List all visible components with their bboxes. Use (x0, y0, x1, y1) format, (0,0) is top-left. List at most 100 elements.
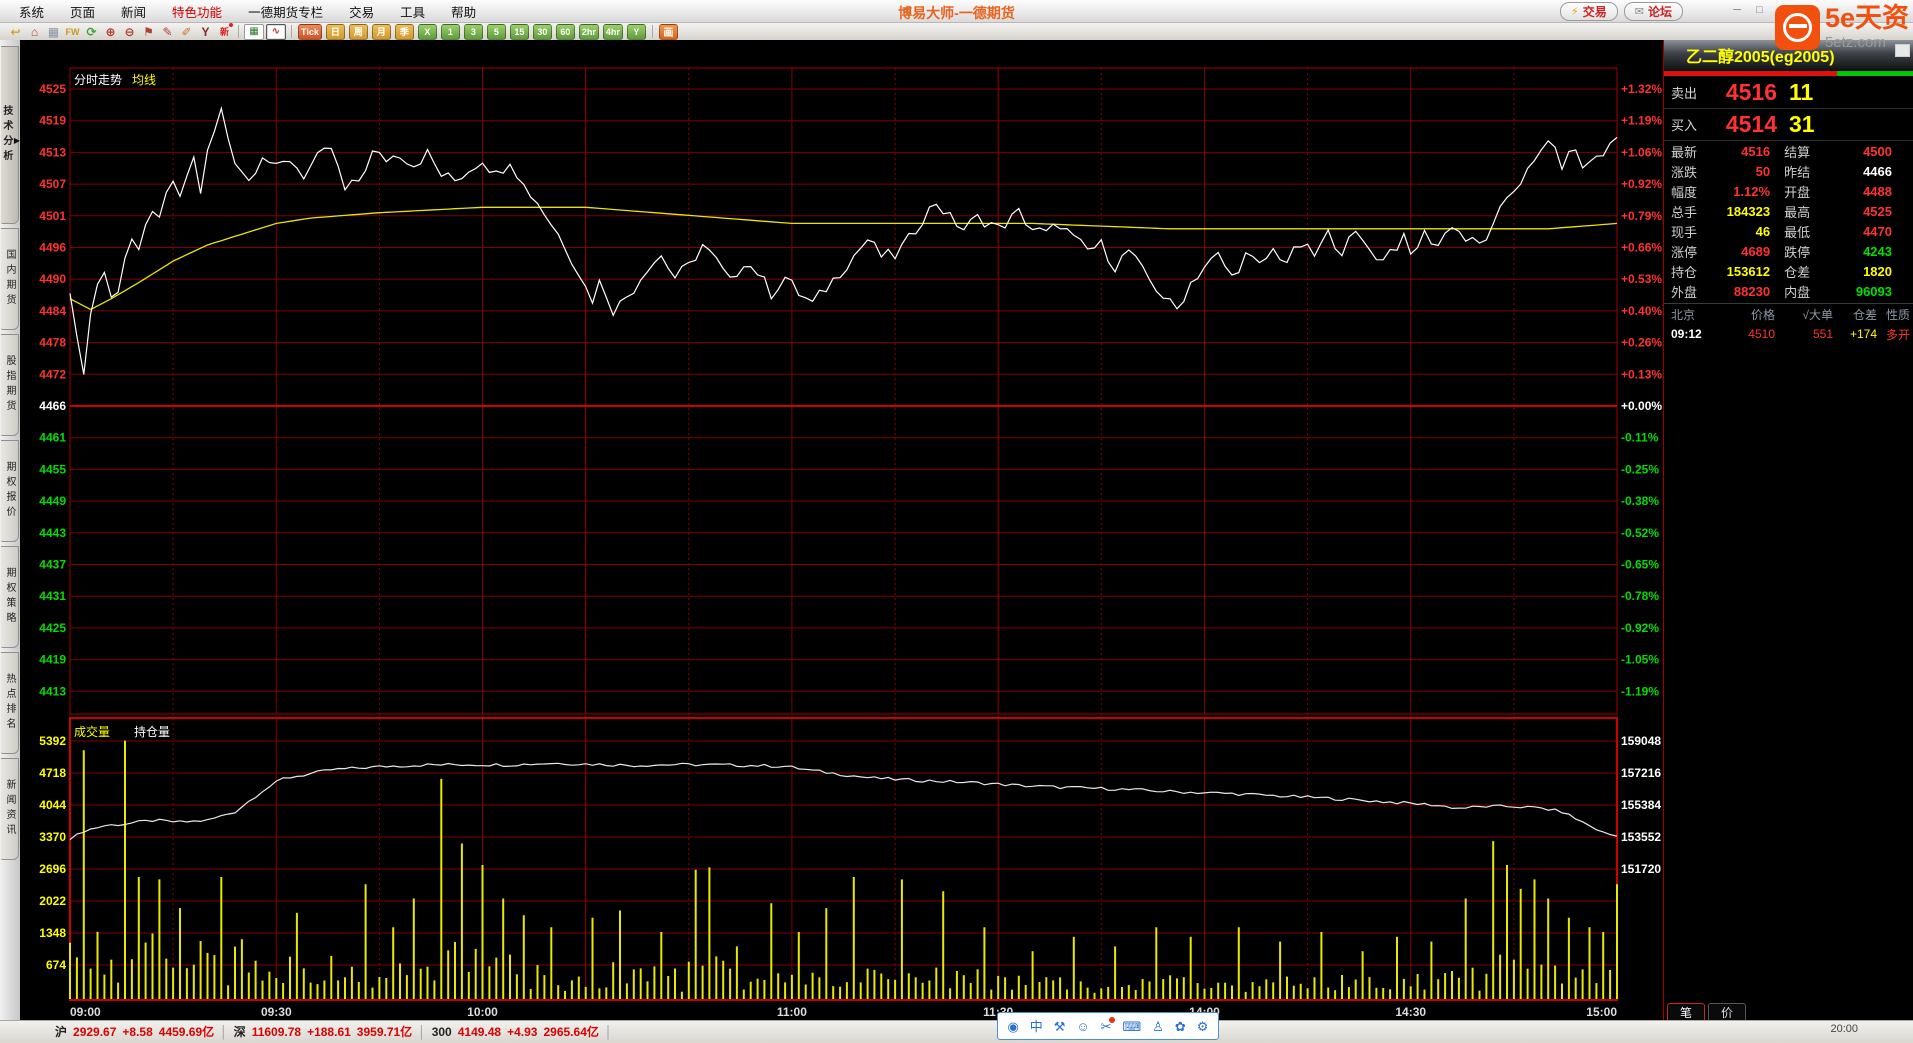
period-button-1[interactable]: 1 (441, 24, 460, 40)
menu-bar: 系统页面新闻特色功能一德期货专栏交易工具帮助 博易大师-一德期货 ⚡ 交易 ✉ … (0, 0, 1913, 23)
5etz-coin-icon (1775, 5, 1820, 50)
svg-text:2022: 2022 (39, 894, 66, 908)
sidebar-tab[interactable]: 热点排名 (1, 652, 19, 754)
draw-tool-button[interactable]: 画 (659, 24, 678, 40)
ime-settings-icon[interactable]: ⚙ (1197, 1020, 1209, 1033)
svg-text:+1.32%: +1.32% (1621, 82, 1662, 96)
svg-text:+0.00%: +0.00% (1621, 399, 1662, 413)
svg-text:4496: 4496 (39, 241, 66, 255)
quote-row: 现手46最低4470 (1664, 221, 1913, 241)
taskbar-clock: 20:00 (1830, 1023, 1858, 1035)
tick-tab-价[interactable]: 价 (1708, 1003, 1746, 1021)
calculator-icon[interactable]: ▦ (44, 24, 63, 39)
toolbar-separator (238, 25, 239, 38)
svg-text:-0.25%: -0.25% (1621, 462, 1659, 476)
period-button-4hr[interactable]: 4hr (603, 24, 623, 40)
ime-skin-icon[interactable]: ✿ (1175, 1020, 1186, 1033)
period-button-5[interactable]: 5 (487, 24, 506, 40)
quote-data-grid: 最新4516结算4500涨跌50昨结4466幅度1.12%开盘4488总手184… (1664, 141, 1913, 301)
refresh-icon[interactable]: ⟳ (82, 24, 101, 39)
left-sidebar: 技术分析▶ 国内期货股指期货期权报价期权策略热点排名新闻资讯 (0, 40, 20, 1020)
bid-row: 买入 4514 31 (1664, 109, 1913, 141)
flag-icon[interactable]: ⚑ (139, 24, 158, 39)
period-button-60[interactable]: 60 (556, 24, 575, 40)
sidebar-tab[interactable]: 技术分析▶ (1, 46, 19, 224)
toolbar-separator (291, 25, 292, 38)
svg-text:+0.79%: +0.79% (1621, 209, 1662, 223)
ime-user-icon[interactable]: ♙ (1152, 1020, 1164, 1033)
svg-text:4472: 4472 (39, 367, 66, 381)
svg-text:-0.78%: -0.78% (1621, 589, 1659, 603)
svg-text:分时走势: 分时走势 (74, 73, 122, 87)
svg-text:4519: 4519 (39, 114, 66, 128)
period-button-日[interactable]: 日 (326, 24, 345, 40)
svg-text:4478: 4478 (39, 336, 66, 350)
zoom-in-icon[interactable]: ⊕ (101, 24, 120, 39)
svg-text:151720: 151720 (1621, 862, 1661, 876)
svg-text:+0.92%: +0.92% (1621, 177, 1662, 191)
svg-text:持仓量: 持仓量 (134, 724, 170, 739)
tick-tab-笔[interactable]: 笔 (1667, 1003, 1705, 1021)
svg-text:+1.06%: +1.06% (1621, 145, 1662, 159)
svg-text:11:00: 11:00 (777, 1005, 807, 1019)
svg-text:4413: 4413 (39, 684, 66, 698)
index-quotes-ticker: 沪2929.67+8.584459.69亿│深11609.78+188.6139… (55, 1023, 618, 1040)
period-button-周[interactable]: 周 (349, 24, 368, 40)
period-button-季[interactable]: 季 (395, 24, 414, 40)
ime-clip-icon[interactable]: ✂ (1101, 1020, 1112, 1033)
table-view-icon[interactable]: ▦ (244, 24, 264, 40)
zoom-out-icon[interactable]: ⊖ (120, 24, 139, 39)
sidebar-tab[interactable]: 期权报价 (1, 440, 19, 542)
home-icon[interactable]: ⌂ (25, 24, 44, 39)
svg-text:4490: 4490 (39, 272, 66, 286)
sidebar-tab[interactable]: 新闻资讯 (1, 758, 19, 860)
timeshare-chart[interactable]: 4525+1.32%4519+1.19%4513+1.06%4507+0.92%… (0, 0, 1913, 1029)
ime-emoji-icon[interactable]: ☺ (1076, 1020, 1089, 1033)
quote-row: 涨跌50昨结4466 (1664, 161, 1913, 181)
period-button-3[interactable]: 3 (464, 24, 483, 40)
brush-icon[interactable]: ✐ (177, 24, 196, 39)
svg-text:2696: 2696 (39, 862, 66, 876)
period-button-30[interactable]: 30 (533, 24, 552, 40)
svg-text:成交量: 成交量 (74, 724, 110, 739)
new-badge-dot (229, 23, 233, 27)
svg-text:14:30: 14:30 (1395, 1005, 1426, 1019)
svg-text:-0.11%: -0.11% (1621, 431, 1659, 445)
svg-text:4484: 4484 (39, 304, 66, 318)
svg-text:3370: 3370 (39, 830, 66, 844)
period-button-月[interactable]: 月 (372, 24, 391, 40)
svg-text:4455: 4455 (39, 462, 66, 476)
svg-text:4443: 4443 (39, 526, 66, 540)
sidebar-tab[interactable]: 期权策略 (1, 546, 19, 648)
filter-icon[interactable]: Y (196, 24, 215, 39)
svg-text:4718: 4718 (39, 766, 66, 780)
ime-tools-icon[interactable]: ⚒ (1054, 1020, 1066, 1033)
quote-row: 幅度1.12%开盘4488 (1664, 181, 1913, 201)
period-button-X[interactable]: X (418, 24, 437, 40)
svg-text:4437: 4437 (39, 558, 66, 572)
back-icon[interactable]: ↩ (6, 24, 25, 39)
svg-text:-0.65%: -0.65% (1621, 558, 1659, 572)
trade-button[interactable]: ⚡ 交易 (1560, 2, 1618, 21)
period-button-15[interactable]: 15 (510, 24, 529, 40)
period-button-Tick[interactable]: Tick (298, 24, 322, 40)
sidebar-tab[interactable]: 股指期货 (1, 334, 19, 436)
buy-sell-ratio-bar (1664, 71, 1913, 76)
svg-text:+0.53%: +0.53% (1621, 272, 1662, 286)
quote-panel: 乙二醇2005(eg2005) 卖出 4516 11 买入 4514 31 最新… (1663, 40, 1913, 1022)
pencil-icon[interactable]: ✎ (158, 24, 177, 39)
svg-text:155384: 155384 (1621, 798, 1661, 812)
chart-view-icon[interactable]: ∿ (266, 24, 286, 40)
new-feature-icon[interactable]: 新 (215, 24, 234, 39)
ime-keyboard-icon[interactable]: ⌨ (1123, 1020, 1142, 1033)
svg-text:+1.19%: +1.19% (1621, 114, 1662, 128)
svg-text:159048: 159048 (1621, 734, 1661, 748)
tick-list-header: 北京价格√大单仓差性质 (1664, 304, 1913, 324)
period-button-2hr[interactable]: 2hr (579, 24, 599, 40)
ime-chinese-mode-icon[interactable]: 中 (1030, 1020, 1043, 1033)
sidebar-tab[interactable]: 国内期货 (1, 228, 19, 330)
ime-logo-icon[interactable]: ◉ (1007, 1020, 1018, 1033)
forum-button[interactable]: ✉ 论坛 (1624, 2, 1683, 21)
period-button-Y[interactable]: Y (627, 24, 646, 40)
fw-badge-icon[interactable]: FW (63, 24, 82, 39)
